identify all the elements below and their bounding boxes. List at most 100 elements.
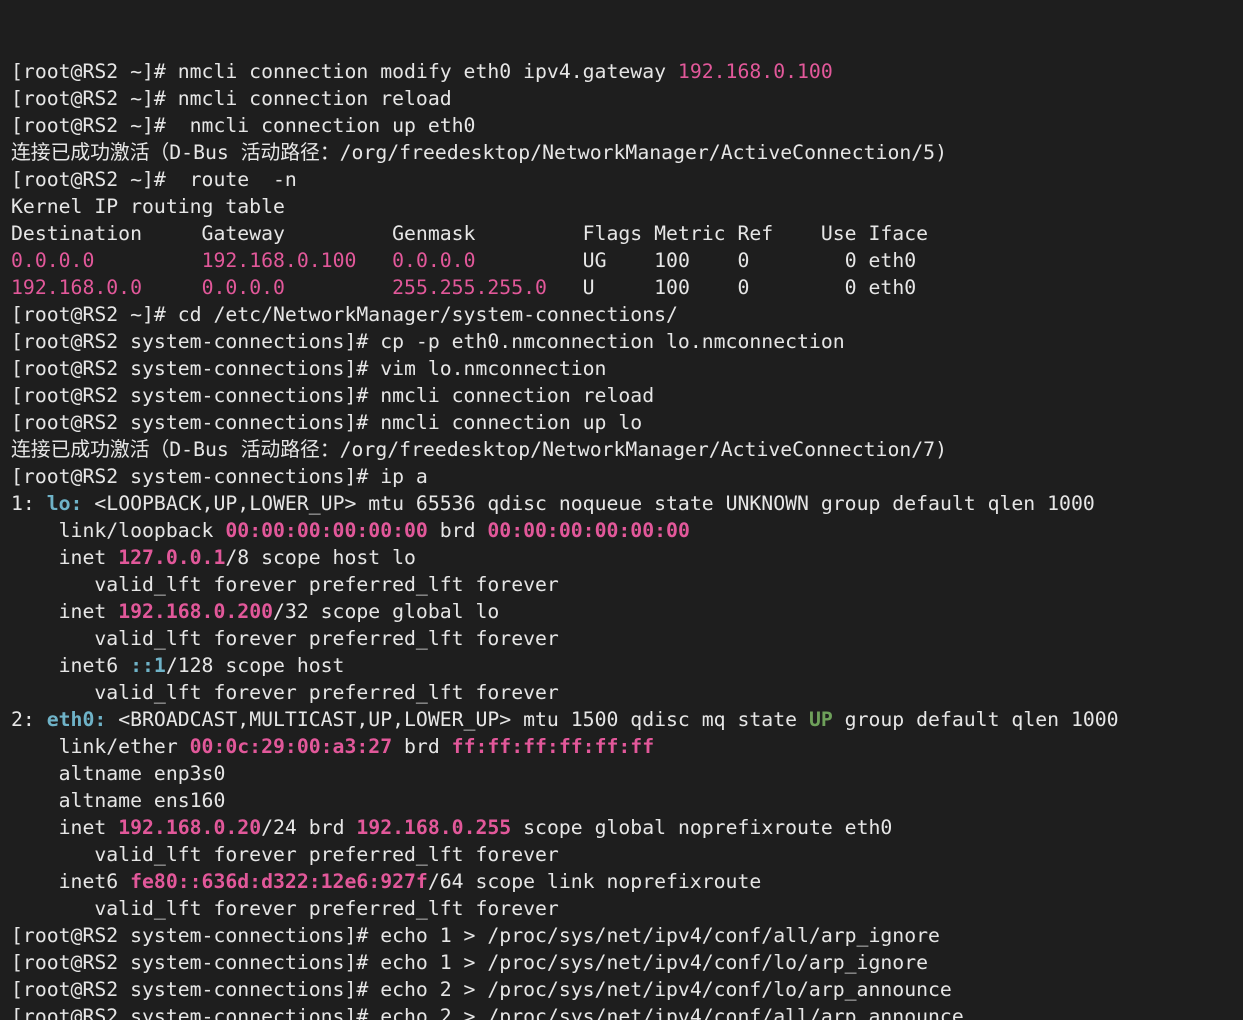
terminal-text: inet6: [11, 870, 131, 893]
terminal-text: inet: [11, 600, 119, 623]
highlighted-text: ff:ff:ff:ff:ff:ff: [451, 735, 655, 758]
terminal-line: 连接已成功激活（D-Bus 活动路径：/org/freedesktop/Netw…: [11, 436, 1243, 463]
terminal-text: UG 100 0 0 eth0: [475, 249, 917, 272]
terminal-line: [root@RS2 system-connections]# echo 1 > …: [11, 949, 1243, 976]
terminal-text: link/ether: [11, 735, 190, 758]
terminal-line: [root@RS2 system-connections]# cp -p eth…: [11, 328, 1243, 355]
terminal-text: [root@RS2 system-connections]# cp -p eth…: [11, 330, 845, 353]
terminal-text: 1:: [11, 492, 47, 515]
highlighted-text: 00:00:00:00:00:00: [487, 519, 690, 542]
highlighted-text: 192.168.0.200: [118, 600, 274, 623]
terminal-text: /8 scope host lo: [225, 546, 416, 569]
terminal-line: 连接已成功激活（D-Bus 活动路径：/org/freedesktop/Netw…: [11, 139, 1243, 166]
terminal-line: [root@RS2 ~]# nmcli connection modify et…: [11, 58, 1243, 85]
terminal-text: inet6: [11, 654, 131, 677]
terminal-line: valid_lft forever preferred_lft forever: [11, 625, 1243, 652]
highlighted-text: 192.168.0.100: [201, 249, 357, 272]
terminal-text: /128 scope host: [165, 654, 345, 677]
terminal-window[interactable]: [root@RS2 ~]# nmcli connection modify et…: [0, 0, 1243, 1020]
terminal-line: [root@RS2 system-connections]# vim lo.nm…: [11, 355, 1243, 382]
terminal-text: [root@RS2 ~]# nmcli connection reload: [11, 87, 452, 110]
terminal-text: valid_lft forever preferred_lft forever: [11, 897, 559, 920]
terminal-text: [root@RS2 system-connections]# echo 2 > …: [11, 978, 952, 1001]
highlighted-text: 192.168.0.0: [11, 276, 143, 299]
terminal-line: Kernel IP routing table: [11, 193, 1243, 220]
terminal-text: 连接已成功激活（D-Bus 活动路径：/org/freedesktop/Netw…: [11, 438, 947, 461]
highlighted-text: eth0:: [46, 708, 107, 731]
terminal-text: <BROADCAST,MULTICAST,UP,LOWER_UP> mtu 15…: [106, 708, 809, 731]
highlighted-text: 00:0c:29:00:a3:27: [189, 735, 393, 758]
terminal-text: 2:: [11, 708, 47, 731]
terminal-text: brd: [427, 519, 488, 542]
terminal-text: [root@RS2 system-connections]# vim lo.nm…: [11, 357, 607, 380]
terminal-line: [root@RS2 ~]# cd /etc/NetworkManager/sys…: [11, 301, 1243, 328]
terminal-line: valid_lft forever preferred_lft forever: [11, 895, 1243, 922]
terminal-text: [root@RS2 system-connections]# ip a: [11, 465, 428, 488]
highlighted-text: fe80::636d:d322:12e6:927f: [130, 870, 428, 893]
terminal-line: 2: eth0: <BROADCAST,MULTICAST,UP,LOWER_U…: [11, 706, 1243, 733]
terminal-text: group default qlen 1000: [832, 708, 1119, 731]
terminal-text: valid_lft forever preferred_lft forever: [11, 627, 559, 650]
terminal-line: [root@RS2 system-connections]# echo 2 > …: [11, 976, 1243, 1003]
terminal-text: [root@RS2 system-connections]# echo 1 > …: [11, 924, 940, 947]
terminal-text: Destination Gateway Genmask Flags Metric…: [11, 222, 929, 245]
highlighted-text: 192.168.0.255: [356, 816, 512, 839]
terminal-line: [root@RS2 system-connections]# echo 2 > …: [11, 1003, 1243, 1020]
terminal-text: valid_lft forever preferred_lft forever: [11, 843, 559, 866]
terminal-line: link/ether 00:0c:29:00:a3:27 brd ff:ff:f…: [11, 733, 1243, 760]
terminal-line: link/loopback 00:00:00:00:00:00 brd 00:0…: [11, 517, 1243, 544]
highlighted-text: ::1: [130, 654, 166, 677]
terminal-line: [root@RS2 ~]# nmcli connection reload: [11, 85, 1243, 112]
terminal-text: [root@RS2 system-connections]# echo 1 > …: [11, 951, 929, 974]
terminal-line: [root@RS2 system-connections]# nmcli con…: [11, 382, 1243, 409]
terminal-line: [root@RS2 system-connections]# ip a: [11, 463, 1243, 490]
terminal-line: valid_lft forever preferred_lft forever: [11, 571, 1243, 598]
terminal-line: altname ens160: [11, 787, 1243, 814]
terminal-line: 0.0.0.0 192.168.0.100 0.0.0.0 UG 100 0 0…: [11, 247, 1243, 274]
terminal-line: [root@RS2 system-connections]# echo 1 > …: [11, 922, 1243, 949]
terminal-text: /64 scope link noprefixroute: [427, 870, 762, 893]
terminal-line: 1: lo: <LOOPBACK,UP,LOWER_UP> mtu 65536 …: [11, 490, 1243, 517]
terminal-text: altname ens160: [11, 789, 226, 812]
terminal-text: [root@RS2 ~]# nmcli connection up eth0: [11, 114, 476, 137]
terminal-output: [root@RS2 ~]# nmcli connection modify et…: [11, 58, 1243, 1020]
terminal-line: valid_lft forever preferred_lft forever: [11, 679, 1243, 706]
terminal-line: inet 192.168.0.20/24 brd 192.168.0.255 s…: [11, 814, 1243, 841]
terminal-text: [root@RS2 ~]# nmcli connection modify et…: [11, 60, 678, 83]
terminal-text: brd: [392, 735, 452, 758]
terminal-text: [root@RS2 ~]# route -n: [11, 168, 297, 191]
highlighted-text: UP: [808, 708, 833, 731]
highlighted-text: 0.0.0.0: [201, 276, 285, 299]
terminal-text: 连接已成功激活（D-Bus 活动路径：/org/freedesktop/Netw…: [11, 141, 947, 164]
terminal-line: [root@RS2 ~]# route -n: [11, 166, 1243, 193]
highlighted-text: lo:: [46, 492, 83, 515]
terminal-text: [root@RS2 system-connections]# nmcli con…: [11, 384, 655, 407]
terminal-line: inet 127.0.0.1/8 scope host lo: [11, 544, 1243, 571]
terminal-line: inet6 fe80::636d:d322:12e6:927f/64 scope…: [11, 868, 1243, 895]
highlighted-text: 0.0.0.0: [11, 249, 95, 272]
terminal-text: <LOOPBACK,UP,LOWER_UP> mtu 65536 qdisc n…: [82, 492, 1095, 515]
terminal-text: U 100 0 0 eth0: [546, 276, 917, 299]
terminal-text: [root@RS2 system-connections]# nmcli con…: [11, 411, 643, 434]
terminal-line: valid_lft forever preferred_lft forever: [11, 841, 1243, 868]
terminal-text: altname enp3s0: [11, 762, 226, 785]
terminal-text: /24 brd: [261, 816, 357, 839]
terminal-text: [root@RS2 system-connections]# echo 2 > …: [11, 1005, 964, 1020]
terminal-text: inet: [11, 546, 119, 569]
terminal-line: [root@RS2 ~]# nmcli connection up eth0: [11, 112, 1243, 139]
highlighted-text: 192.168.0.20: [118, 816, 262, 839]
terminal-text: Kernel IP routing table: [11, 195, 285, 218]
highlighted-text: 255.255.255.0: [392, 276, 547, 299]
terminal-line: inet6 ::1/128 scope host: [11, 652, 1243, 679]
terminal-line: inet 192.168.0.200/32 scope global lo: [11, 598, 1243, 625]
highlighted-text: 0.0.0.0: [392, 249, 476, 272]
terminal-line: Destination Gateway Genmask Flags Metric…: [11, 220, 1243, 247]
terminal-line: 192.168.0.0 0.0.0.0 255.255.255.0 U 100 …: [11, 274, 1243, 301]
terminal-text: valid_lft forever preferred_lft forever: [11, 681, 559, 704]
highlighted-text: 00:00:00:00:00:00: [225, 519, 428, 542]
terminal-line: altname enp3s0: [11, 760, 1243, 787]
terminal-text: inet: [11, 816, 119, 839]
